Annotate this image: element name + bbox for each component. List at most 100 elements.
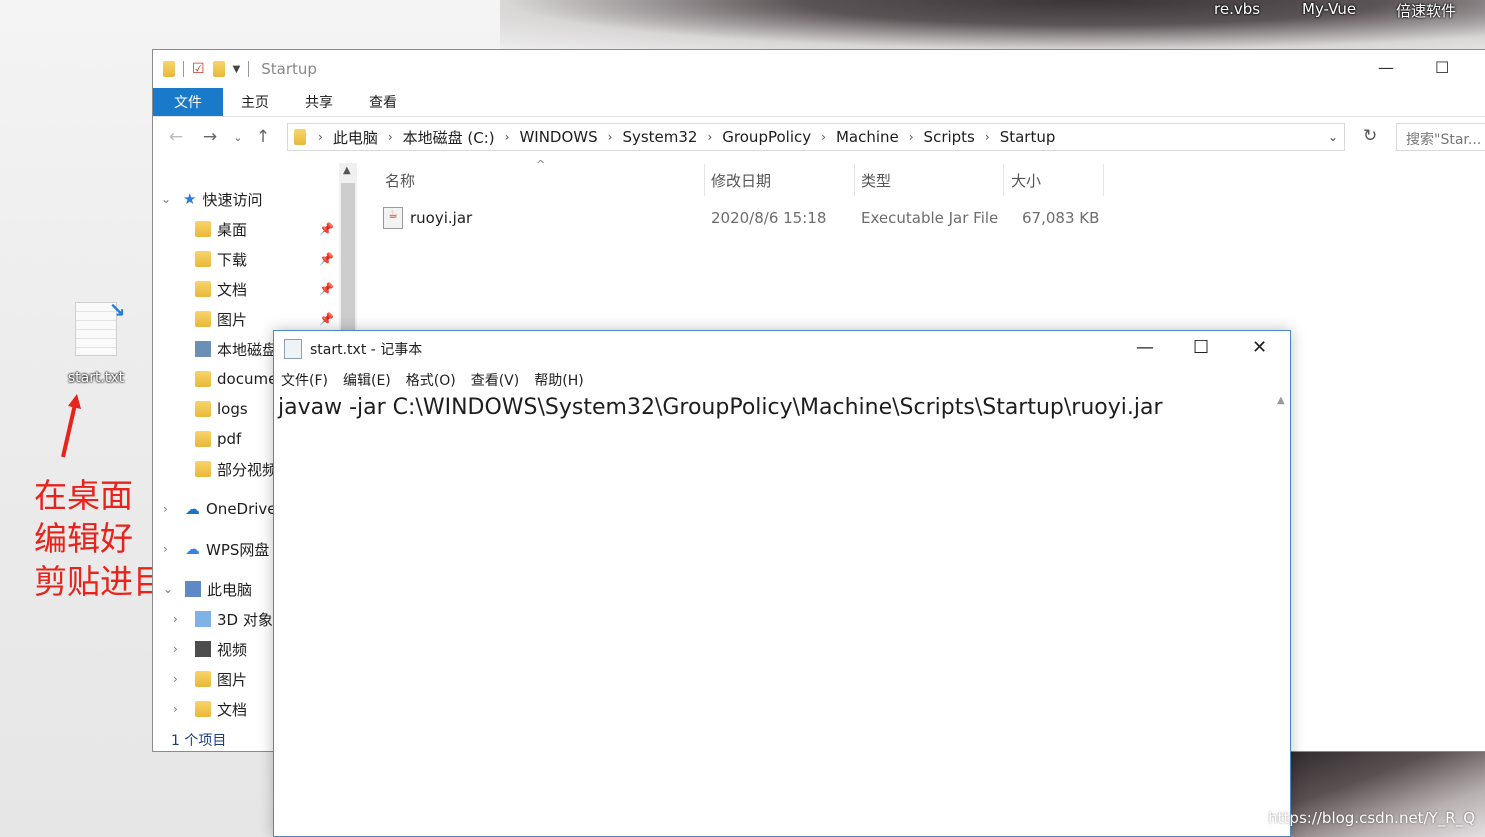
address-bar[interactable]: › 此电脑 › 本地磁盘 (C:) › WINDOWS › System32 ›… bbox=[287, 123, 1345, 151]
pin-icon[interactable]: 📌 bbox=[319, 282, 334, 296]
breadcrumb-startup[interactable]: Startup bbox=[1000, 128, 1056, 146]
search-input[interactable]: 搜索"Star... bbox=[1396, 123, 1485, 151]
ribbon-tabs: 文件 主页 共享 查看 bbox=[153, 88, 1485, 116]
nav-pc-pictures[interactable]: › 图片 bbox=[173, 664, 247, 694]
3d-objects-icon bbox=[195, 611, 211, 627]
nav-item-logs[interactable]: logs bbox=[195, 394, 248, 424]
nav-this-pc[interactable]: ⌄ 此电脑 bbox=[163, 574, 252, 604]
minimize-icon[interactable]: — bbox=[1378, 58, 1394, 77]
chevron-right-icon[interactable]: › bbox=[163, 502, 177, 516]
nav-pc-documents[interactable]: › 文档 bbox=[173, 694, 247, 724]
scroll-thumb[interactable] bbox=[341, 183, 355, 331]
column-size[interactable]: 大小 bbox=[1011, 170, 1041, 191]
nav-item-pictures[interactable]: 图片 bbox=[195, 304, 247, 334]
column-date[interactable]: 修改日期 bbox=[711, 170, 771, 191]
tab-home[interactable]: 主页 bbox=[223, 88, 287, 116]
breadcrumb-scripts[interactable]: Scripts bbox=[924, 128, 975, 146]
column-type[interactable]: 类型 bbox=[861, 170, 891, 191]
menu-view[interactable]: 查看(V) bbox=[471, 370, 520, 390]
chevron-right-icon[interactable]: › bbox=[173, 642, 187, 656]
chevron-right-icon[interactable]: › bbox=[173, 672, 187, 686]
nav-pc-3d-objects[interactable]: › 3D 对象 bbox=[173, 604, 273, 634]
breadcrumb-system32[interactable]: System32 bbox=[622, 128, 697, 146]
folder-icon bbox=[195, 401, 211, 417]
notepad-window: start.txt - 记事本 — ☐ ✕ 文件(F) 编辑(E) 格式(O) … bbox=[273, 330, 1291, 837]
new-folder-icon[interactable] bbox=[212, 61, 225, 77]
breadcrumb-windows[interactable]: WINDOWS bbox=[519, 128, 597, 146]
quick-access-dropdown-icon[interactable]: ▼ bbox=[233, 64, 241, 75]
pin-icon[interactable]: 📌 bbox=[319, 222, 334, 236]
table-row[interactable]: ☕ ruoyi.jar bbox=[383, 206, 472, 230]
chevron-down-icon[interactable]: ⌄ bbox=[161, 192, 175, 206]
wps-cloud-icon: ☁ bbox=[185, 540, 200, 558]
breadcrumb-grouppolicy[interactable]: GroupPolicy bbox=[722, 128, 811, 146]
up-arrow-icon[interactable]: ↑ bbox=[249, 127, 277, 147]
status-bar-count: 1 个项目 bbox=[171, 733, 227, 749]
menu-file[interactable]: 文件(F) bbox=[281, 370, 328, 390]
nav-item-documents[interactable]: 文档 bbox=[195, 274, 247, 304]
breadcrumb-this-pc[interactable]: 此电脑 bbox=[333, 127, 378, 148]
chevron-right-icon[interactable]: › bbox=[163, 542, 177, 556]
recent-dropdown-icon[interactable]: ⌄ bbox=[227, 131, 249, 144]
minimize-icon[interactable]: — bbox=[1136, 337, 1154, 358]
pin-icon[interactable]: 📌 bbox=[319, 252, 334, 266]
properties-check-icon[interactable]: ☑ bbox=[192, 61, 205, 77]
explorer-titlebar: ☑ ▼ Startup — ☐ bbox=[153, 50, 1485, 88]
scroll-up-icon[interactable]: ▲ bbox=[1277, 395, 1285, 406]
chevron-right-icon[interactable]: › bbox=[173, 612, 187, 626]
tab-share[interactable]: 共享 bbox=[287, 88, 351, 116]
forward-arrow-icon[interactable]: → bbox=[193, 127, 227, 147]
folder-icon bbox=[163, 61, 175, 77]
maximize-icon[interactable]: ☐ bbox=[1193, 337, 1209, 358]
address-dropdown-icon[interactable]: ⌄ bbox=[1328, 130, 1338, 144]
videos-icon bbox=[195, 641, 211, 657]
chevron-right-icon[interactable]: › bbox=[173, 702, 187, 716]
nav-item-local-disk[interactable]: 本地磁盘 bbox=[195, 334, 277, 364]
drive-icon bbox=[195, 341, 211, 357]
file-name: ruoyi.jar bbox=[410, 209, 473, 227]
notepad-scrollbar[interactable]: ▲ bbox=[1273, 393, 1290, 836]
notepad-menubar: 文件(F) 编辑(E) 格式(O) 查看(V) 帮助(H) bbox=[274, 367, 1290, 393]
maximize-icon[interactable]: ☐ bbox=[1435, 58, 1449, 77]
nav-item-documents-folder[interactable]: docume bbox=[195, 364, 277, 394]
column-name[interactable]: 名称 bbox=[385, 170, 415, 191]
back-arrow-icon[interactable]: ← bbox=[159, 127, 193, 147]
desktop-icon-speed-software[interactable]: 倍速软件 bbox=[1396, 0, 1456, 21]
tab-file[interactable]: 文件 bbox=[153, 88, 223, 116]
notepad-text-area[interactable]: javaw -jar C:\WINDOWS\System32\GroupPoli… bbox=[278, 395, 1273, 836]
address-row: ← → ⌄ ↑ › 此电脑 › 本地磁盘 (C:) › WINDOWS › Sy… bbox=[153, 116, 1485, 157]
nav-item-videos-part[interactable]: 部分视频 bbox=[195, 454, 277, 484]
chevron-down-icon[interactable]: ⌄ bbox=[163, 582, 177, 596]
nav-pc-videos[interactable]: › 视频 bbox=[173, 634, 247, 664]
tab-view[interactable]: 查看 bbox=[351, 88, 415, 116]
notepad-titlebar: start.txt - 记事本 — ☐ ✕ bbox=[274, 331, 1290, 367]
desktop-icon-re-vbs[interactable]: re.vbs bbox=[1214, 0, 1260, 18]
menu-edit[interactable]: 编辑(E) bbox=[343, 370, 391, 390]
nav-onedrive[interactable]: › ☁ OneDrive bbox=[163, 494, 277, 524]
nav-item-pdf[interactable]: pdf bbox=[195, 424, 241, 454]
red-annotation-arrow bbox=[61, 394, 81, 458]
breadcrumb-local-disk[interactable]: 本地磁盘 (C:) bbox=[403, 127, 495, 148]
download-folder-icon bbox=[195, 251, 211, 267]
breadcrumb-machine[interactable]: Machine bbox=[836, 128, 899, 146]
folder-icon bbox=[195, 461, 211, 477]
documents-folder-icon bbox=[195, 281, 211, 297]
menu-help[interactable]: 帮助(H) bbox=[534, 370, 583, 390]
pin-icon[interactable]: 📌 bbox=[319, 312, 334, 326]
jar-file-icon: ☕ bbox=[383, 207, 403, 229]
desktop-file-start-txt[interactable]: ↘ start.txt bbox=[60, 298, 132, 386]
desktop-icon-my-vue[interactable]: My-Vue bbox=[1302, 0, 1356, 18]
nav-quick-access[interactable]: ⌄ ★ 快速访问 bbox=[161, 184, 262, 214]
nav-item-desktop[interactable]: 桌面 bbox=[195, 214, 247, 244]
close-icon[interactable]: ✕ bbox=[1252, 337, 1267, 358]
shortcut-arrow-icon: ↘ bbox=[108, 298, 126, 322]
nav-wps[interactable]: › ☁ WPS网盘 bbox=[163, 534, 269, 564]
documents-icon bbox=[195, 701, 211, 717]
file-date: 2020/8/6 15:18 bbox=[711, 209, 827, 227]
refresh-icon[interactable]: ↻ bbox=[1363, 126, 1377, 146]
nav-item-downloads[interactable]: 下载 bbox=[195, 244, 247, 274]
menu-format[interactable]: 格式(O) bbox=[406, 370, 456, 390]
window-title: Startup bbox=[261, 60, 317, 78]
pictures-icon bbox=[195, 671, 211, 687]
scroll-up-icon[interactable]: ▲ bbox=[343, 165, 351, 176]
